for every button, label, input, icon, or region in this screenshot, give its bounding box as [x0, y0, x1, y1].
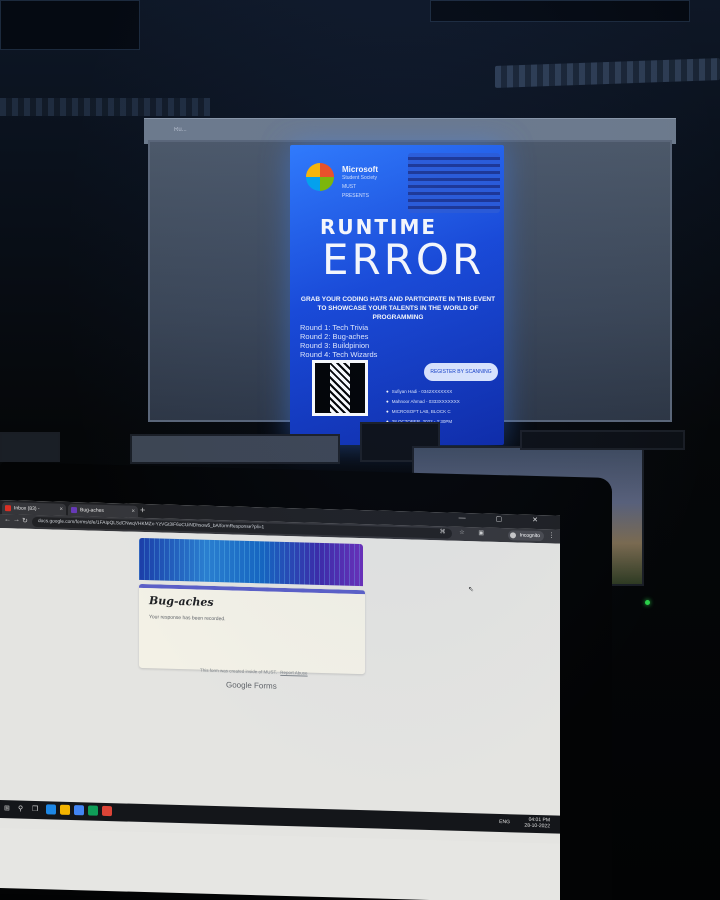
poster-presents: PRESENTS	[342, 193, 369, 199]
file-explorer-icon[interactable]	[60, 804, 70, 815]
close-icon[interactable]: ×	[131, 506, 135, 518]
windows-start-icon[interactable]: ⊞	[4, 804, 10, 812]
ceiling-panel	[430, 0, 690, 22]
confirmation-message: Your response has been recorded.	[149, 614, 226, 623]
poster-tagline: GRAB YOUR CODING HATS AND PARTICIPATE IN…	[300, 296, 496, 321]
forms-word: Forms	[254, 681, 277, 691]
chrome-icon[interactable]	[102, 805, 112, 817]
store-icon[interactable]	[74, 805, 84, 816]
mouse-cursor-icon: ⇖	[468, 586, 474, 594]
photo-scene: Ru... Microsoft Student Society MUST PRE…	[0, 0, 720, 900]
clock-date: 28-10-2022	[524, 822, 550, 830]
poster-contact: Mahnoor Ahmad - 0333XXXXXXX	[386, 399, 460, 404]
ceiling-vent	[0, 98, 210, 116]
app-icon[interactable]	[88, 805, 98, 816]
power-led-icon	[645, 600, 650, 605]
poster-round: Round 2: Bug-aches	[300, 332, 369, 341]
tab-label: Bug-aches	[80, 507, 104, 514]
back-arrow-icon[interactable]: ←	[4, 516, 11, 523]
qr-code-icon	[312, 360, 368, 416]
poster-brand-org: MUST	[342, 184, 357, 190]
forward-arrow-icon[interactable]: →	[13, 516, 20, 523]
form-header-image	[139, 537, 363, 587]
poster-brand-name: Microsoft	[342, 165, 378, 174]
google-forms-logo[interactable]: Google Forms	[226, 680, 277, 690]
language-indicator[interactable]: ENG	[499, 819, 510, 825]
poster-tech-image	[408, 153, 500, 213]
task-view-icon[interactable]: ❐	[32, 805, 38, 813]
ceiling-vent	[495, 58, 720, 88]
projected-title: Ru...	[174, 127, 187, 133]
poster-title-error: ERROR	[322, 235, 485, 284]
poster-round: Round 1: Tech Trivia	[300, 323, 369, 332]
search-icon[interactable]: ⚲	[18, 805, 23, 813]
poster-contact: MICROSOFT LAB, BLOCK C	[386, 409, 451, 414]
background-monitor	[0, 432, 60, 462]
new-tab-button[interactable]: +	[140, 505, 145, 515]
poster-contact: Sufiyan Hadi - 0342XXXXXXX	[386, 389, 453, 394]
google-word: Google	[226, 680, 252, 691]
poster-round: Round 3: Buildpinion	[300, 341, 370, 350]
toolbar-icons[interactable]: ⌘ ☆ ▣	[440, 528, 490, 536]
poster-round: Round 4: Tech Wizards	[300, 350, 378, 359]
poster-brand-sub: Student Society	[342, 175, 378, 181]
monitor-display: Inbox (83) - 1654217263... × Bug-aches ×…	[0, 500, 560, 900]
close-icon[interactable]: ×	[59, 504, 63, 516]
form-page: Bug-aches Your response has been recorde…	[0, 528, 560, 844]
edge-icon[interactable]	[46, 804, 56, 815]
incognito-badge[interactable]: Incognito	[507, 530, 544, 542]
background-monitor	[520, 430, 685, 450]
footer-text: This form was created inside of MUST.	[200, 667, 278, 675]
reload-icon[interactable]: ↻	[22, 517, 28, 525]
report-abuse-link[interactable]: Report Abuse	[280, 670, 307, 676]
system-clock[interactable]: 04:01 PM 28-10-2022	[524, 817, 550, 830]
form-title: Bug-aches	[149, 594, 214, 609]
google-forms-icon	[71, 506, 77, 514]
menu-kebab-icon[interactable]: ⋮	[548, 531, 555, 539]
society-logo-icon	[306, 163, 334, 191]
poster-register-badge: REGISTER BY SCANNING	[424, 363, 498, 381]
poster-brand: Microsoft Student Society MUST	[342, 165, 402, 192]
form-confirmation-card: Bug-aches Your response has been recorde…	[139, 583, 365, 675]
ceiling-panel	[0, 0, 140, 50]
window-controls[interactable]: — ▢ ✕	[459, 514, 552, 525]
event-poster: Microsoft Student Society MUST PRESENTS …	[290, 145, 504, 445]
gmail-icon	[5, 505, 11, 512]
background-monitor	[130, 434, 340, 464]
